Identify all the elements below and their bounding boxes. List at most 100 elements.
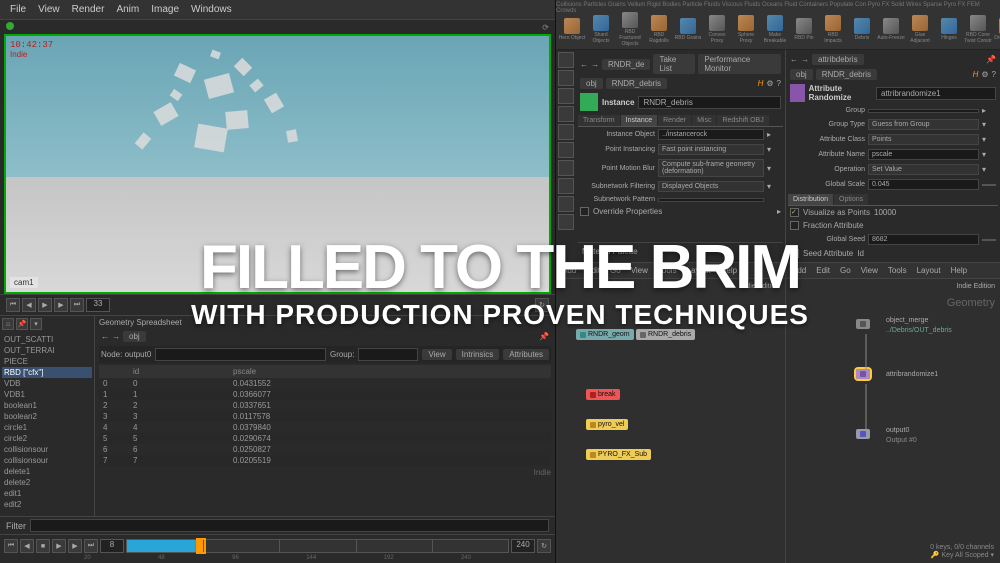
tree-item[interactable]: boolean1	[2, 400, 92, 411]
spreadsheet-row[interactable]: 770.0205519	[99, 455, 551, 466]
tab-takelist[interactable]: Take List	[653, 54, 695, 74]
view-dropdown[interactable]: View	[422, 349, 451, 360]
node-name-field[interactable]	[638, 96, 781, 109]
network-menu[interactable]: Add Edit Go View Tools Layout Help	[556, 263, 785, 279]
attributes-dropdown[interactable]: Attributes	[503, 349, 549, 360]
filter-field[interactable]	[30, 519, 549, 532]
menu-anim[interactable]: Anim	[116, 4, 139, 15]
instance-object-field[interactable]: ../instancerock	[658, 129, 764, 140]
material-palette[interactable]: Material Palette	[578, 242, 783, 260]
first-frame-button[interactable]: ⏮	[6, 298, 20, 312]
tree-item[interactable]: circle2	[2, 433, 92, 444]
h-icon[interactable]: H	[758, 79, 764, 88]
last-frame-button[interactable]: ⏭	[70, 298, 84, 312]
key-icon[interactable]: 🔑	[931, 552, 940, 559]
tree-item[interactable]: delete1	[2, 466, 92, 477]
shelf-item[interactable]: RBD Grains	[674, 12, 702, 47]
spreadsheet-row[interactable]: 550.0290674	[99, 433, 551, 444]
tab-redshift[interactable]: Redshift OBJ	[717, 115, 768, 126]
tl-end-frame[interactable]: 240	[511, 539, 535, 553]
tab-misc[interactable]: Misc	[692, 115, 716, 126]
tab-transform[interactable]: Transform	[578, 115, 620, 126]
refresh-icon[interactable]: ⟳	[542, 23, 549, 32]
view-tool-icon[interactable]	[558, 160, 574, 176]
menu-bar[interactable]: File View Render Anim Image Windows	[0, 0, 555, 20]
shelf-item[interactable]: Auto-Freeze	[877, 12, 905, 47]
subnet-pattern-field[interactable]	[658, 198, 764, 202]
tl-last-button[interactable]: ⏭	[84, 539, 98, 553]
tab-instance[interactable]: Instance	[621, 115, 657, 126]
shelf-item[interactable]: Sphere Proxy	[732, 12, 760, 47]
viewport-camera-label[interactable]: cam1	[10, 277, 38, 288]
fraction-checkbox[interactable]	[790, 221, 799, 230]
attr-name-field[interactable]: pscale	[868, 149, 979, 160]
menu-view[interactable]: View	[38, 4, 60, 15]
tab-rndr[interactable]: RNDR_de	[602, 59, 650, 70]
tree-pin-icon[interactable]: 📌	[16, 318, 28, 330]
node-path-field[interactable]	[155, 348, 326, 361]
tl-play-button[interactable]: ▶	[52, 539, 66, 553]
network-menu[interactable]: Add Edit Go View Tools Layout Help	[786, 263, 1000, 279]
tree-item[interactable]: edit1	[2, 488, 92, 499]
shelf[interactable]: Collisions Particles Grains Vellum Rigid…	[556, 0, 1000, 50]
pin-icon[interactable]: 📌	[539, 332, 549, 341]
network-node[interactable]	[856, 319, 870, 329]
breadcrumb[interactable]: obj RNDR_debris H ⚙ ?	[578, 76, 783, 91]
override-props-checkbox[interactable]	[580, 207, 589, 216]
seed-attr-checkbox[interactable]	[790, 249, 799, 258]
subnet-filtering-dropdown[interactable]: Displayed Objects	[658, 181, 764, 192]
network-node[interactable]: RNDR_debris	[636, 329, 695, 340]
tab-render[interactable]: Render	[658, 115, 691, 126]
shelf-item[interactable]: Make Breakable	[761, 12, 789, 47]
shelf-item[interactable]: Debris	[848, 12, 876, 47]
picker-icon[interactable]: ▸	[777, 207, 781, 216]
tl-first-button[interactable]: ⏮	[4, 539, 18, 553]
network-left[interactable]: Add Edit Go View Tools Layout Help Indie…	[556, 263, 786, 563]
tree-item[interactable]: circle1	[2, 422, 92, 433]
spreadsheet-row[interactable]: 440.0379840	[99, 422, 551, 433]
motion-blur-dropdown[interactable]: Compute sub-frame geometry (deformation)	[658, 159, 764, 177]
gear-icon[interactable]: ⚙	[766, 79, 773, 88]
intrinsics-dropdown[interactable]: Intrinsics	[456, 349, 500, 360]
shelf-item[interactable]: Hero Object	[558, 12, 586, 47]
network-right[interactable]: Add Edit Go View Tools Layout Help Indie…	[786, 263, 1000, 563]
brush-tool-icon[interactable]	[558, 124, 574, 140]
global-seed-slider[interactable]	[982, 239, 996, 241]
tab-perfmon[interactable]: Performance Monitor	[698, 54, 781, 74]
picker-icon[interactable]: ▸	[982, 106, 996, 115]
tree-item[interactable]: boolean2	[2, 411, 92, 422]
group-type-dropdown[interactable]: Guess from Group	[868, 119, 979, 130]
timeline-track[interactable]	[126, 539, 509, 553]
gear-icon[interactable]: ⚙	[981, 70, 988, 79]
network-node-selected[interactable]	[856, 369, 870, 379]
frame-number-field[interactable]: 33	[86, 298, 110, 312]
spreadsheet-body[interactable]: 000.0431552110.0366077220.0337651330.011…	[99, 378, 551, 466]
spreadsheet-row[interactable]: 330.0117578	[99, 411, 551, 422]
tree-item[interactable]: PIECE	[2, 356, 92, 367]
shelf-item[interactable]: Convex Proxy	[703, 12, 731, 47]
global-scale-slider[interactable]	[982, 184, 996, 186]
tl-stop-button[interactable]: ■	[36, 539, 50, 553]
help-icon[interactable]: ?	[777, 79, 781, 88]
shelf-item[interactable]: Drive Simul	[993, 12, 1000, 47]
tree-item[interactable]: VDB1	[2, 389, 92, 400]
menu-image[interactable]: Image	[151, 4, 179, 15]
spreadsheet-row[interactable]: 220.0337651	[99, 400, 551, 411]
global-seed-field[interactable]: 8682	[868, 234, 979, 245]
tl-loop-button[interactable]: ↻	[537, 539, 551, 553]
tab-options[interactable]: Options	[834, 194, 868, 205]
loop-button[interactable]: ↻	[535, 298, 549, 312]
h-icon[interactable]: H	[973, 70, 979, 79]
tl-prev-button[interactable]: ◀	[20, 539, 34, 553]
rotate-tool-icon[interactable]	[558, 88, 574, 104]
seed-attr-field[interactable]: Id	[857, 249, 996, 258]
operation-dropdown[interactable]: Set Value	[868, 164, 979, 175]
play-button[interactable]: ▶	[38, 298, 52, 312]
shelf-item[interactable]: RBD Ragdolls	[645, 12, 673, 47]
tree-item[interactable]: collisionsour	[2, 444, 92, 455]
tl-next-button[interactable]: ▶	[68, 539, 82, 553]
shelf-item[interactable]: RBD Fractured Objects	[616, 12, 644, 47]
network-node[interactable]: RNDR_geom	[576, 329, 634, 340]
visualize-checkbox[interactable]	[790, 208, 799, 217]
light-tool-icon[interactable]	[558, 178, 574, 194]
